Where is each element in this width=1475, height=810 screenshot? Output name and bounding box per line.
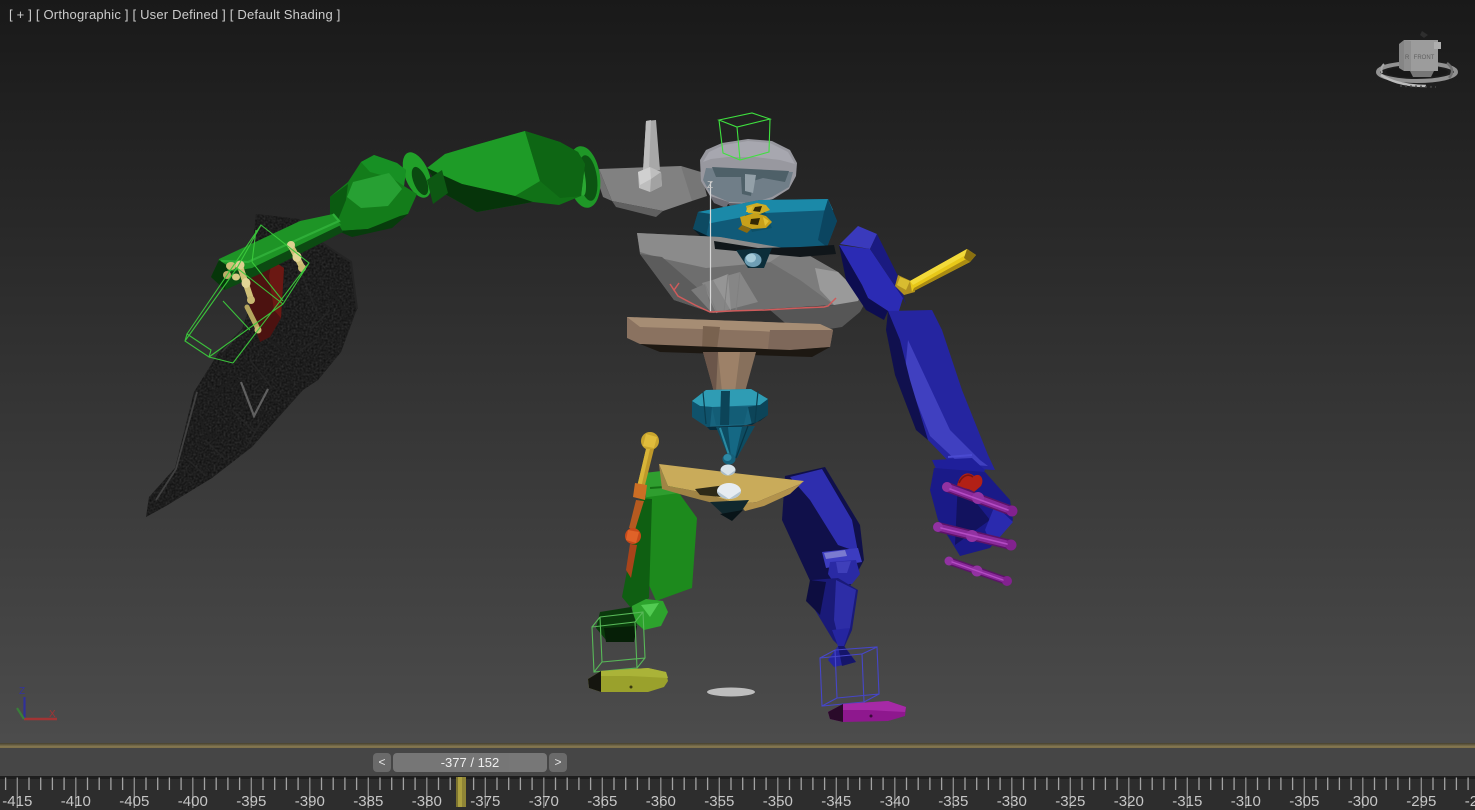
svg-text:FRONT: FRONT [1414, 55, 1435, 61]
svg-text:Z: Z [19, 686, 25, 697]
svg-text:Z: Z [707, 180, 713, 191]
svg-text:R: R [1405, 55, 1410, 61]
svg-text:X: X [49, 709, 56, 720]
